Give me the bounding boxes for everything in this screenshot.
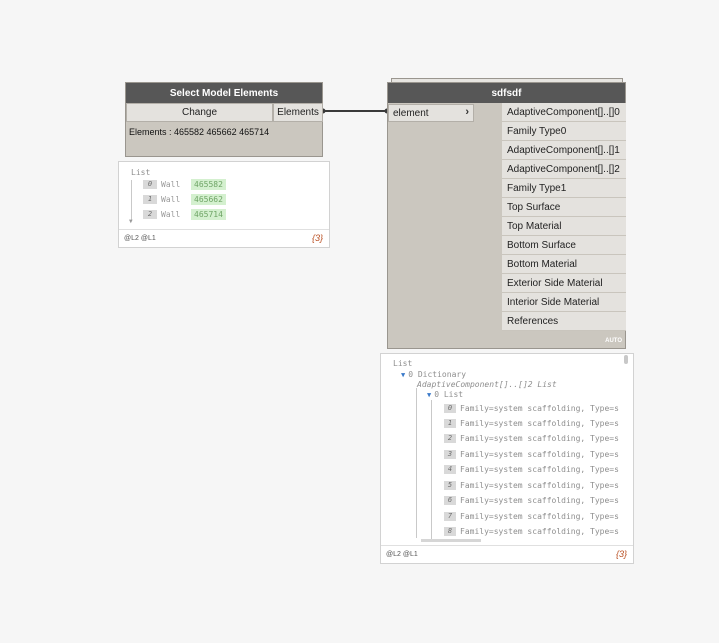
item-text: Family=system scaffolding, Type=s: [460, 418, 619, 428]
output-port[interactable]: Bottom Surface: [502, 236, 626, 255]
output-port[interactable]: AdaptiveComponent[]..[]2: [502, 160, 626, 179]
selected-elements-text: Elements : 465582 465662 465714: [129, 127, 270, 137]
item-text: Family=system scaffolding, Type=s: [460, 495, 619, 505]
list-levels[interactable]: @L2 @L1: [386, 551, 418, 558]
output-port[interactable]: Exterior Side Material: [502, 274, 626, 293]
horizontal-scrollbar[interactable]: [421, 539, 481, 542]
list-item: 0 Wall 465582: [143, 178, 226, 190]
item-index: 0: [143, 179, 157, 189]
item-count: {3}: [311, 233, 323, 243]
item-text: Family=system scaffolding, Type=s: [460, 433, 619, 443]
list-label: List: [393, 359, 413, 368]
output-port[interactable]: AdaptiveComponent[]..[]0: [502, 103, 626, 122]
change-button[interactable]: Change: [126, 103, 273, 122]
output-port[interactable]: Top Material: [502, 217, 626, 236]
sublist-row[interactable]: ▼ 0 List: [427, 390, 463, 399]
list-label: List: [131, 168, 151, 177]
dictionary-label: 0 Dictionary: [408, 370, 467, 379]
input-port-label: element: [393, 107, 429, 119]
output-port[interactable]: Family Type1: [502, 179, 626, 198]
item-index: 3: [444, 449, 456, 459]
list-item: 1 Wall 465662: [143, 193, 226, 205]
vertical-scrollbar[interactable]: [624, 355, 628, 364]
tree-end-icon: ▼: [129, 218, 133, 225]
tree-line: [131, 180, 132, 220]
output-port[interactable]: AdaptiveComponent[]..[]1: [502, 141, 626, 160]
item-index: 8: [444, 526, 456, 536]
item-type: Wall: [161, 179, 181, 189]
output-ports: AdaptiveComponent[]..[]0 Family Type0 Ad…: [502, 103, 626, 331]
item-text: Family=system scaffolding, Type=s: [460, 464, 619, 474]
item-index: 2: [444, 433, 456, 443]
item-type: Wall: [161, 209, 181, 219]
list-item: 8 Family=system scaffolding, Type=s: [444, 525, 619, 537]
node-preview-select[interactable]: List ▼ 0 Wall 465582 1 Wall 465662 2 Wal…: [118, 161, 330, 248]
preview-footer: @L2 @L1 {3}: [119, 229, 329, 247]
item-index: 1: [444, 418, 456, 428]
custom-node-sdfsdf[interactable]: sdfsdf element › AdaptiveComponent[]..[]…: [387, 82, 626, 349]
output-port[interactable]: Family Type0: [502, 122, 626, 141]
item-index: 2: [143, 209, 157, 219]
item-index: 6: [444, 495, 456, 505]
preview-footer: @L2 @L1 {3}: [381, 545, 633, 563]
item-id: 465714: [191, 208, 226, 220]
output-port[interactable]: References: [502, 312, 626, 331]
list-levels[interactable]: @L2 @L1: [124, 235, 156, 242]
list-item: 1 Family=system scaffolding, Type=s: [444, 417, 619, 429]
output-port[interactable]: Top Surface: [502, 198, 626, 217]
input-port-element[interactable]: element ›: [388, 104, 474, 122]
tree-line: [431, 400, 432, 540]
node-title[interactable]: sdfsdf: [388, 83, 625, 103]
dictionary-key-row: AdaptiveComponent[]..[]2 List: [417, 380, 557, 389]
item-type: Wall: [161, 194, 181, 204]
item-id: 465582: [191, 178, 226, 190]
item-count: {3}: [615, 549, 627, 559]
item-text: Family=system scaffolding, Type=s: [460, 449, 619, 459]
item-index: 4: [444, 464, 456, 474]
chevron-right-icon: ›: [465, 106, 469, 118]
item-index: 5: [444, 480, 456, 490]
item-id: 465662: [191, 193, 226, 205]
output-port-elements[interactable]: Elements: [273, 103, 323, 122]
list-item: 0 Family=system scaffolding, Type=s: [444, 402, 619, 414]
lacing-badge[interactable]: AUTO: [605, 338, 622, 344]
expand-triangle-icon[interactable]: ▼: [401, 371, 405, 379]
item-text: Family=system scaffolding, Type=s: [460, 480, 619, 490]
list-item: 6 Family=system scaffolding, Type=s: [444, 494, 619, 506]
item-text: Family=system scaffolding, Type=s: [460, 511, 619, 521]
node-title[interactable]: Select Model Elements: [126, 83, 322, 103]
item-index: 0: [444, 403, 456, 413]
dictionary-key-label: AdaptiveComponent[]..[]2 List: [417, 380, 557, 389]
list-item: 2 Family=system scaffolding, Type=s: [444, 432, 619, 444]
output-port[interactable]: Interior Side Material: [502, 293, 626, 312]
item-text: Family=system scaffolding, Type=s: [460, 526, 619, 536]
expand-triangle-icon[interactable]: ▼: [427, 391, 431, 399]
list-item: 4 Family=system scaffolding, Type=s: [444, 463, 619, 475]
item-text: Family=system scaffolding, Type=s: [460, 403, 619, 413]
item-index: 7: [444, 511, 456, 521]
list-item: 5 Family=system scaffolding, Type=s: [444, 479, 619, 491]
sublist-label: 0 List: [434, 390, 464, 399]
select-model-elements-node[interactable]: Select Model Elements Change Elements El…: [125, 82, 323, 157]
tree-line: [416, 388, 417, 538]
output-port[interactable]: Bottom Material: [502, 255, 626, 274]
dictionary-row[interactable]: ▼ 0 Dictionary: [401, 370, 466, 379]
list-item: 2 Wall 465714: [143, 208, 226, 220]
list-item: 7 Family=system scaffolding, Type=s: [444, 510, 619, 522]
item-index: 1: [143, 194, 157, 204]
node-preview-custom[interactable]: List ▼ 0 Dictionary AdaptiveComponent[]..…: [380, 353, 634, 564]
list-item: 3 Family=system scaffolding, Type=s: [444, 448, 619, 460]
